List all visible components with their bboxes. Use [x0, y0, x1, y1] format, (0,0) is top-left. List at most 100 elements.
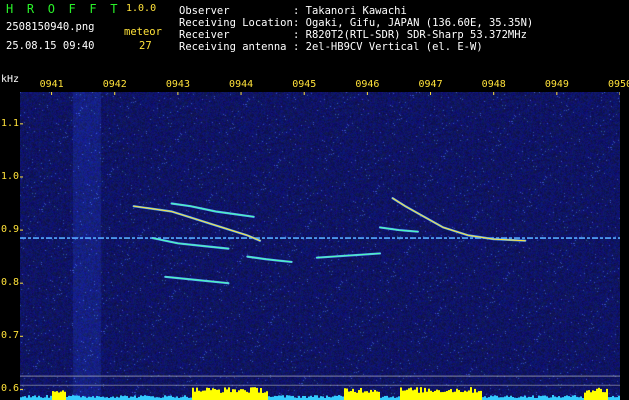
meteor-trace [316, 252, 381, 259]
activity-bar [248, 392, 250, 400]
activity-bar [308, 396, 310, 400]
activity-bar [434, 390, 436, 400]
activity-bar [282, 395, 284, 400]
activity-bar [410, 387, 412, 400]
activity-bar [574, 395, 576, 400]
activity-bar [400, 387, 402, 400]
activity-bar [338, 395, 340, 400]
activity-bar [72, 395, 74, 400]
activity-bar [542, 395, 544, 400]
meteor-trace [133, 205, 261, 242]
activity-bar [358, 390, 360, 400]
activity-bar [230, 392, 232, 400]
activity-bar [596, 388, 598, 400]
activity-bar [406, 389, 408, 400]
activity-bar [356, 392, 358, 400]
activity-bar [92, 396, 94, 400]
activity-bar [334, 395, 336, 400]
activity-bar [342, 396, 344, 400]
activity-bar [216, 389, 218, 400]
app-version: 1.0.0 [126, 3, 157, 14]
activity-bar [348, 391, 350, 400]
activity-bar [168, 395, 170, 400]
activity-bar [228, 387, 230, 400]
activity-bar [364, 391, 366, 400]
activity-bar [360, 387, 362, 400]
activity-bar [594, 390, 596, 400]
activity-bar [82, 395, 84, 400]
activity-bar [362, 392, 364, 400]
activity-bar [564, 396, 566, 400]
activity-bar [322, 396, 324, 400]
activity-bar [346, 388, 348, 400]
activity-bar [292, 395, 294, 400]
activity-bar [540, 396, 542, 400]
activity-bar [366, 391, 368, 400]
activity-bar [386, 395, 388, 400]
activity-bar [504, 396, 506, 400]
activity-bar [558, 396, 560, 400]
activity-bar [70, 396, 72, 400]
activity-bar [352, 388, 354, 400]
activity-bar [402, 390, 404, 400]
activity-bar [238, 390, 240, 400]
activity-bar [232, 389, 234, 400]
activity-bar [484, 396, 486, 400]
activity-bar [38, 395, 40, 400]
activity-bar [478, 391, 480, 400]
activity-bar [152, 396, 154, 400]
activity-bar [56, 391, 58, 400]
activity-bar [418, 392, 420, 400]
activity-bar [50, 395, 52, 400]
activity-bar [46, 395, 48, 400]
activity-bar [600, 388, 602, 400]
activity-bar [76, 395, 78, 400]
activity-bar [266, 391, 268, 400]
activity-bar [392, 396, 394, 400]
location-key: Receiving Location [179, 17, 293, 29]
activity-bar [286, 395, 288, 400]
activity-bar [376, 391, 378, 400]
activity-bar [276, 396, 278, 400]
spectrogram-chart [20, 92, 620, 400]
activity-bar [28, 395, 30, 400]
activity-bar [584, 392, 586, 400]
activity-bar [74, 395, 76, 400]
activity-bar [618, 395, 620, 400]
activity-bar [200, 391, 202, 400]
activity-bar [370, 389, 372, 400]
activity-bar [268, 396, 270, 400]
activity-bar [374, 389, 376, 400]
activity-bar [196, 387, 198, 400]
activity-bar [214, 388, 216, 400]
activity-bar [142, 396, 144, 400]
activity-bar [496, 395, 498, 400]
activity-bar [554, 396, 556, 400]
observer-value: : Takanori Kawachi [293, 5, 407, 17]
activity-bar [126, 396, 128, 400]
activity-bar [336, 395, 338, 400]
activity-bar [58, 392, 60, 400]
activity-bar [210, 390, 212, 400]
activity-bar [148, 395, 150, 400]
activity-bar [590, 392, 592, 400]
activity-bar [234, 389, 236, 400]
activity-bar [122, 396, 124, 400]
activity-bar [316, 395, 318, 400]
activity-bar [254, 387, 256, 400]
meteor-count: 27 [139, 40, 152, 52]
activity-bar [340, 395, 342, 400]
activity-bar [250, 387, 252, 400]
activity-bar [344, 388, 346, 400]
activity-bar [302, 395, 304, 400]
activity-bar [408, 388, 410, 400]
activity-bar [144, 395, 146, 400]
x-tick-label: 0941 [39, 79, 64, 90]
activity-bar [298, 395, 300, 400]
meteor-trace [392, 197, 526, 242]
activity-bar [164, 395, 166, 400]
activity-bar [310, 395, 312, 400]
activity-bar [202, 390, 204, 400]
activity-bar [332, 396, 334, 400]
activity-bar [438, 390, 440, 400]
